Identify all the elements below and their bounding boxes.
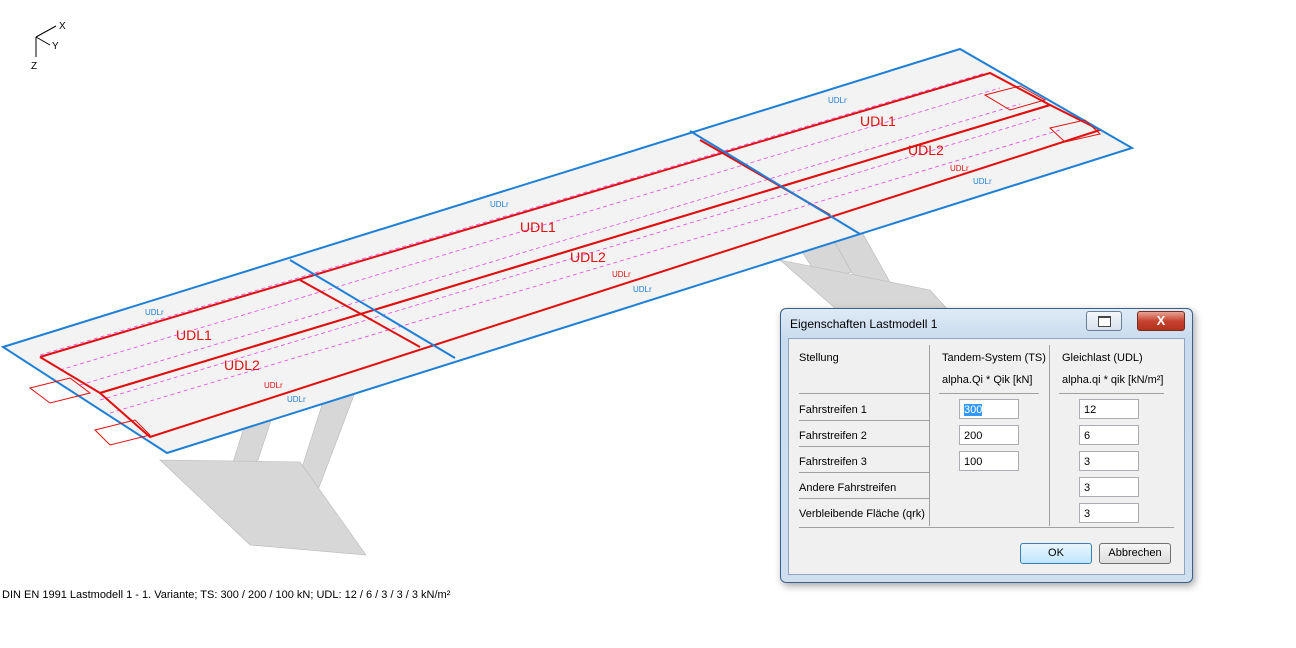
restore-icon — [1098, 316, 1111, 327]
column-divider — [1049, 345, 1050, 526]
axis-y-label: Y — [52, 41, 59, 52]
row-divider — [799, 393, 929, 394]
axis-z-label: Z — [31, 61, 37, 72]
ok-button[interactable]: OK — [1020, 543, 1092, 564]
row-divider — [799, 472, 929, 473]
row-label-fahrstreifen-2: Fahrstreifen 2 — [799, 430, 867, 442]
udl-field-verbleibende[interactable]: 3 — [1079, 503, 1139, 523]
header-ts-unit: alpha.Qi * Qik [kN] — [942, 374, 1033, 386]
dialog-title: Eigenschaften Lastmodell 1 — [790, 317, 938, 331]
udlr-label: UDLr — [973, 177, 992, 186]
close-button[interactable]: X — [1137, 311, 1185, 331]
udlr-label: UDLr — [633, 285, 652, 294]
udl-field-1[interactable]: 12 — [1079, 399, 1139, 419]
row-divider — [799, 446, 929, 447]
udl-field-3[interactable]: 3 — [1079, 451, 1139, 471]
lastmodell-dialog: Eigenschaften Lastmodell 1 X Stellung Ta… — [780, 308, 1193, 583]
column-divider — [929, 345, 930, 526]
row-divider — [799, 527, 1174, 528]
udlr-label: UDLr — [828, 96, 847, 105]
udl1-label-mid: UDL1 — [520, 219, 556, 235]
udlr-label: UDLr — [490, 200, 509, 209]
row-divider — [799, 420, 929, 421]
close-icon: X — [1156, 313, 1166, 328]
ts-field-2[interactable]: 200 — [959, 425, 1019, 445]
ts-value-1: 300 — [964, 404, 983, 416]
udlr-label: UDLr — [287, 395, 306, 404]
udl2-label-mid: UDL2 — [570, 249, 606, 265]
row-label-verbleibende: Verbleibende Fläche (qrk) — [799, 508, 925, 520]
udlr-label: UDLr — [264, 381, 283, 390]
ts-field-1[interactable]: 300 — [959, 399, 1019, 419]
udl1-label-right: UDL1 — [860, 113, 896, 129]
header-stellung: Stellung — [799, 352, 839, 364]
cancel-button[interactable]: Abbrechen — [1099, 543, 1171, 564]
row-divider — [939, 393, 1039, 394]
udlr-label: UDLr — [612, 270, 631, 279]
status-line: DIN EN 1991 Lastmodell 1 - 1. Variante; … — [2, 589, 451, 601]
udl1-label-left: UDL1 — [176, 327, 212, 343]
header-udl-unit: alpha.qi * qik [kN/m²] — [1062, 374, 1164, 386]
udlr-label: UDLr — [145, 308, 164, 317]
header-udl: Gleichlast (UDL) — [1062, 352, 1143, 364]
udlr-label: UDLr — [950, 164, 969, 173]
row-divider — [799, 498, 929, 499]
row-label-andere: Andere Fahrstreifen — [799, 482, 897, 494]
udl2-label-right: UDL2 — [908, 142, 944, 158]
row-divider — [1059, 393, 1164, 394]
restore-button[interactable] — [1086, 311, 1122, 331]
axis-x-label: X — [59, 21, 66, 32]
row-label-fahrstreifen-3: Fahrstreifen 3 — [799, 456, 867, 468]
row-label-fahrstreifen-1: Fahrstreifen 1 — [799, 404, 867, 416]
udl2-label-left: UDL2 — [224, 357, 260, 373]
header-ts: Tandem-System (TS) — [942, 352, 1046, 364]
udl-field-andere[interactable]: 3 — [1079, 477, 1139, 497]
dialog-client: Stellung Tandem-System (TS) alpha.Qi * Q… — [788, 338, 1185, 575]
ts-field-3[interactable]: 100 — [959, 451, 1019, 471]
udl-field-2[interactable]: 6 — [1079, 425, 1139, 445]
